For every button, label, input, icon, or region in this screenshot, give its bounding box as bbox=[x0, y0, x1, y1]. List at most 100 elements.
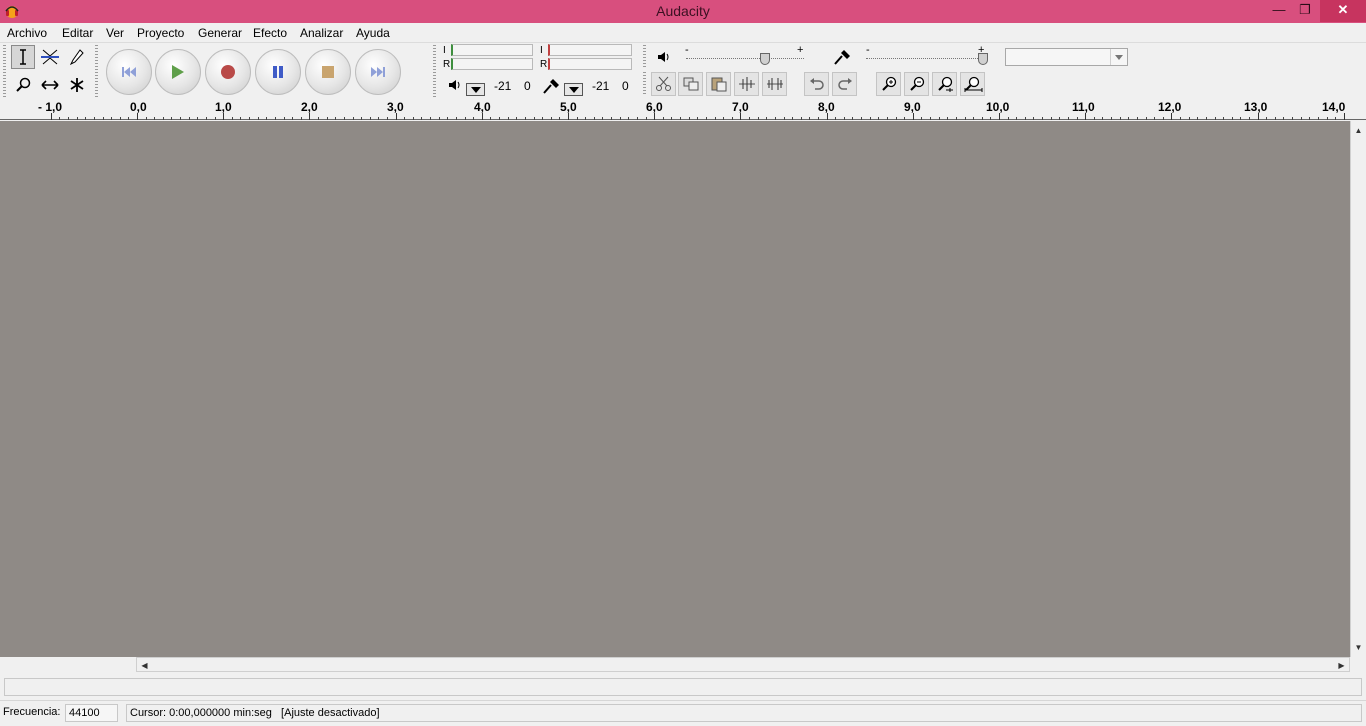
horizontal-scrollbar[interactable]: ◀ ▶ bbox=[136, 657, 1350, 672]
stop-icon bbox=[322, 66, 334, 78]
timeshift-tool-button[interactable] bbox=[38, 73, 62, 97]
ruler-tick bbox=[284, 117, 285, 120]
input-volume-slider[interactable] bbox=[866, 58, 986, 60]
menu-proyecto[interactable]: Proyecto bbox=[137, 26, 184, 40]
mixer-toolbar-grip[interactable] bbox=[643, 45, 646, 69]
fit-selection-button[interactable] bbox=[932, 72, 957, 96]
vertical-scrollbar[interactable]: ▲ ▼ bbox=[1350, 121, 1366, 657]
scroll-down-icon[interactable]: ▼ bbox=[1351, 640, 1366, 655]
ruler-tick bbox=[292, 117, 293, 120]
ruler-tick bbox=[628, 117, 629, 120]
edit-toolbar-grip[interactable] bbox=[643, 72, 646, 96]
skip-to-start-button[interactable] bbox=[106, 49, 152, 95]
multi-tool-button[interactable] bbox=[65, 73, 89, 97]
meter-toolbar-grip[interactable] bbox=[433, 45, 436, 97]
zoom-out-button[interactable] bbox=[904, 72, 929, 96]
fit-project-icon bbox=[964, 76, 982, 92]
transport-toolbar-grip[interactable] bbox=[95, 45, 98, 97]
record-meter-left[interactable] bbox=[548, 44, 632, 56]
ruler-tick bbox=[602, 117, 603, 120]
ruler-tick bbox=[51, 113, 52, 120]
scroll-up-icon[interactable]: ▲ bbox=[1351, 123, 1366, 138]
status-bar: Frecuencia: 44100 Cursor: 0:00,000000 mi… bbox=[0, 700, 1366, 726]
close-button[interactable]: ✕ bbox=[1320, 0, 1366, 22]
playback-meter-menu-button[interactable] bbox=[466, 83, 485, 96]
ruler-tick bbox=[309, 113, 310, 120]
trim-button[interactable] bbox=[734, 72, 759, 96]
ruler-tick bbox=[378, 117, 379, 120]
cut-button[interactable] bbox=[651, 72, 676, 96]
ruler-tick bbox=[1327, 117, 1328, 120]
tools-toolbar-grip[interactable] bbox=[3, 45, 6, 97]
ruler-tick bbox=[1240, 117, 1241, 120]
ruler-tick bbox=[749, 117, 750, 120]
ruler-tick bbox=[482, 113, 483, 120]
record-meter-right[interactable] bbox=[548, 58, 632, 70]
minimize-button[interactable]: — bbox=[1266, 0, 1292, 22]
paste-button[interactable] bbox=[706, 72, 731, 96]
ruler-tick bbox=[809, 117, 810, 120]
ruler-tick bbox=[930, 117, 931, 120]
title-bar: Audacity — ❐ ✕ bbox=[0, 0, 1366, 23]
ruler-tick bbox=[1163, 117, 1164, 120]
project-rate-select[interactable]: 44100 bbox=[65, 704, 118, 722]
trim-icon bbox=[738, 77, 755, 91]
record-button[interactable] bbox=[205, 49, 251, 95]
input-volume-icon bbox=[834, 50, 850, 65]
ruler-tick bbox=[1318, 117, 1319, 120]
copy-button[interactable] bbox=[678, 72, 703, 96]
draw-tool-button[interactable] bbox=[65, 45, 89, 69]
ruler-tick bbox=[1137, 117, 1138, 120]
ruler-tick bbox=[559, 117, 560, 120]
ruler-tick bbox=[120, 117, 121, 120]
ruler-tick bbox=[370, 117, 371, 120]
ruler-tick bbox=[137, 113, 138, 120]
ruler-tick bbox=[542, 117, 543, 120]
stop-button[interactable] bbox=[305, 49, 351, 95]
output-volume-slider[interactable] bbox=[686, 58, 804, 60]
ruler-tick bbox=[792, 117, 793, 120]
ruler-tick bbox=[594, 117, 595, 120]
paste-icon bbox=[711, 77, 726, 92]
input-volume-thumb[interactable] bbox=[978, 53, 988, 65]
zoom-in-button[interactable] bbox=[876, 72, 901, 96]
scroll-left-icon[interactable]: ◀ bbox=[137, 658, 152, 673]
ruler-tick bbox=[965, 117, 966, 120]
ruler-tick bbox=[206, 117, 207, 120]
record-meter-menu-button[interactable] bbox=[564, 83, 583, 96]
play-button[interactable] bbox=[155, 49, 201, 95]
ruler-tick bbox=[59, 117, 60, 120]
envelope-tool-icon bbox=[41, 49, 59, 65]
ruler-tick bbox=[516, 117, 517, 120]
track-panel[interactable] bbox=[0, 121, 1350, 657]
ruler-tick bbox=[387, 117, 388, 120]
menu-efecto[interactable]: Efecto bbox=[253, 26, 287, 40]
menu-archivo[interactable]: Archivo bbox=[7, 26, 47, 40]
maximize-button[interactable]: ❐ bbox=[1292, 0, 1318, 22]
zoom-tool-icon bbox=[16, 77, 31, 92]
ruler-tick bbox=[913, 113, 914, 120]
undo-button[interactable] bbox=[804, 72, 829, 96]
playback-meter-right[interactable] bbox=[451, 58, 533, 70]
pause-button[interactable] bbox=[255, 49, 301, 95]
ruler-tick bbox=[689, 117, 690, 120]
skip-to-end-button[interactable] bbox=[355, 49, 401, 95]
ruler-tick bbox=[456, 117, 457, 120]
speaker-icon bbox=[449, 80, 460, 90]
menu-generar[interactable]: Generar bbox=[198, 26, 242, 40]
selection-tool-button[interactable] bbox=[11, 45, 35, 69]
ruler-tick bbox=[956, 117, 957, 120]
zoom-tool-button[interactable] bbox=[11, 73, 35, 97]
output-volume-thumb[interactable] bbox=[760, 53, 770, 65]
redo-button[interactable] bbox=[832, 72, 857, 96]
silence-button[interactable] bbox=[762, 72, 787, 96]
scroll-right-icon[interactable]: ▶ bbox=[1334, 658, 1349, 673]
fit-project-button[interactable] bbox=[960, 72, 985, 96]
input-device-select[interactable] bbox=[1005, 48, 1128, 66]
playback-meter-left[interactable] bbox=[451, 44, 533, 56]
menu-analizar[interactable]: Analizar bbox=[300, 26, 343, 40]
envelope-tool-button[interactable] bbox=[38, 45, 62, 69]
menu-ayuda[interactable]: Ayuda bbox=[356, 26, 390, 40]
menu-editar[interactable]: Editar bbox=[62, 26, 93, 40]
menu-ver[interactable]: Ver bbox=[106, 26, 124, 40]
